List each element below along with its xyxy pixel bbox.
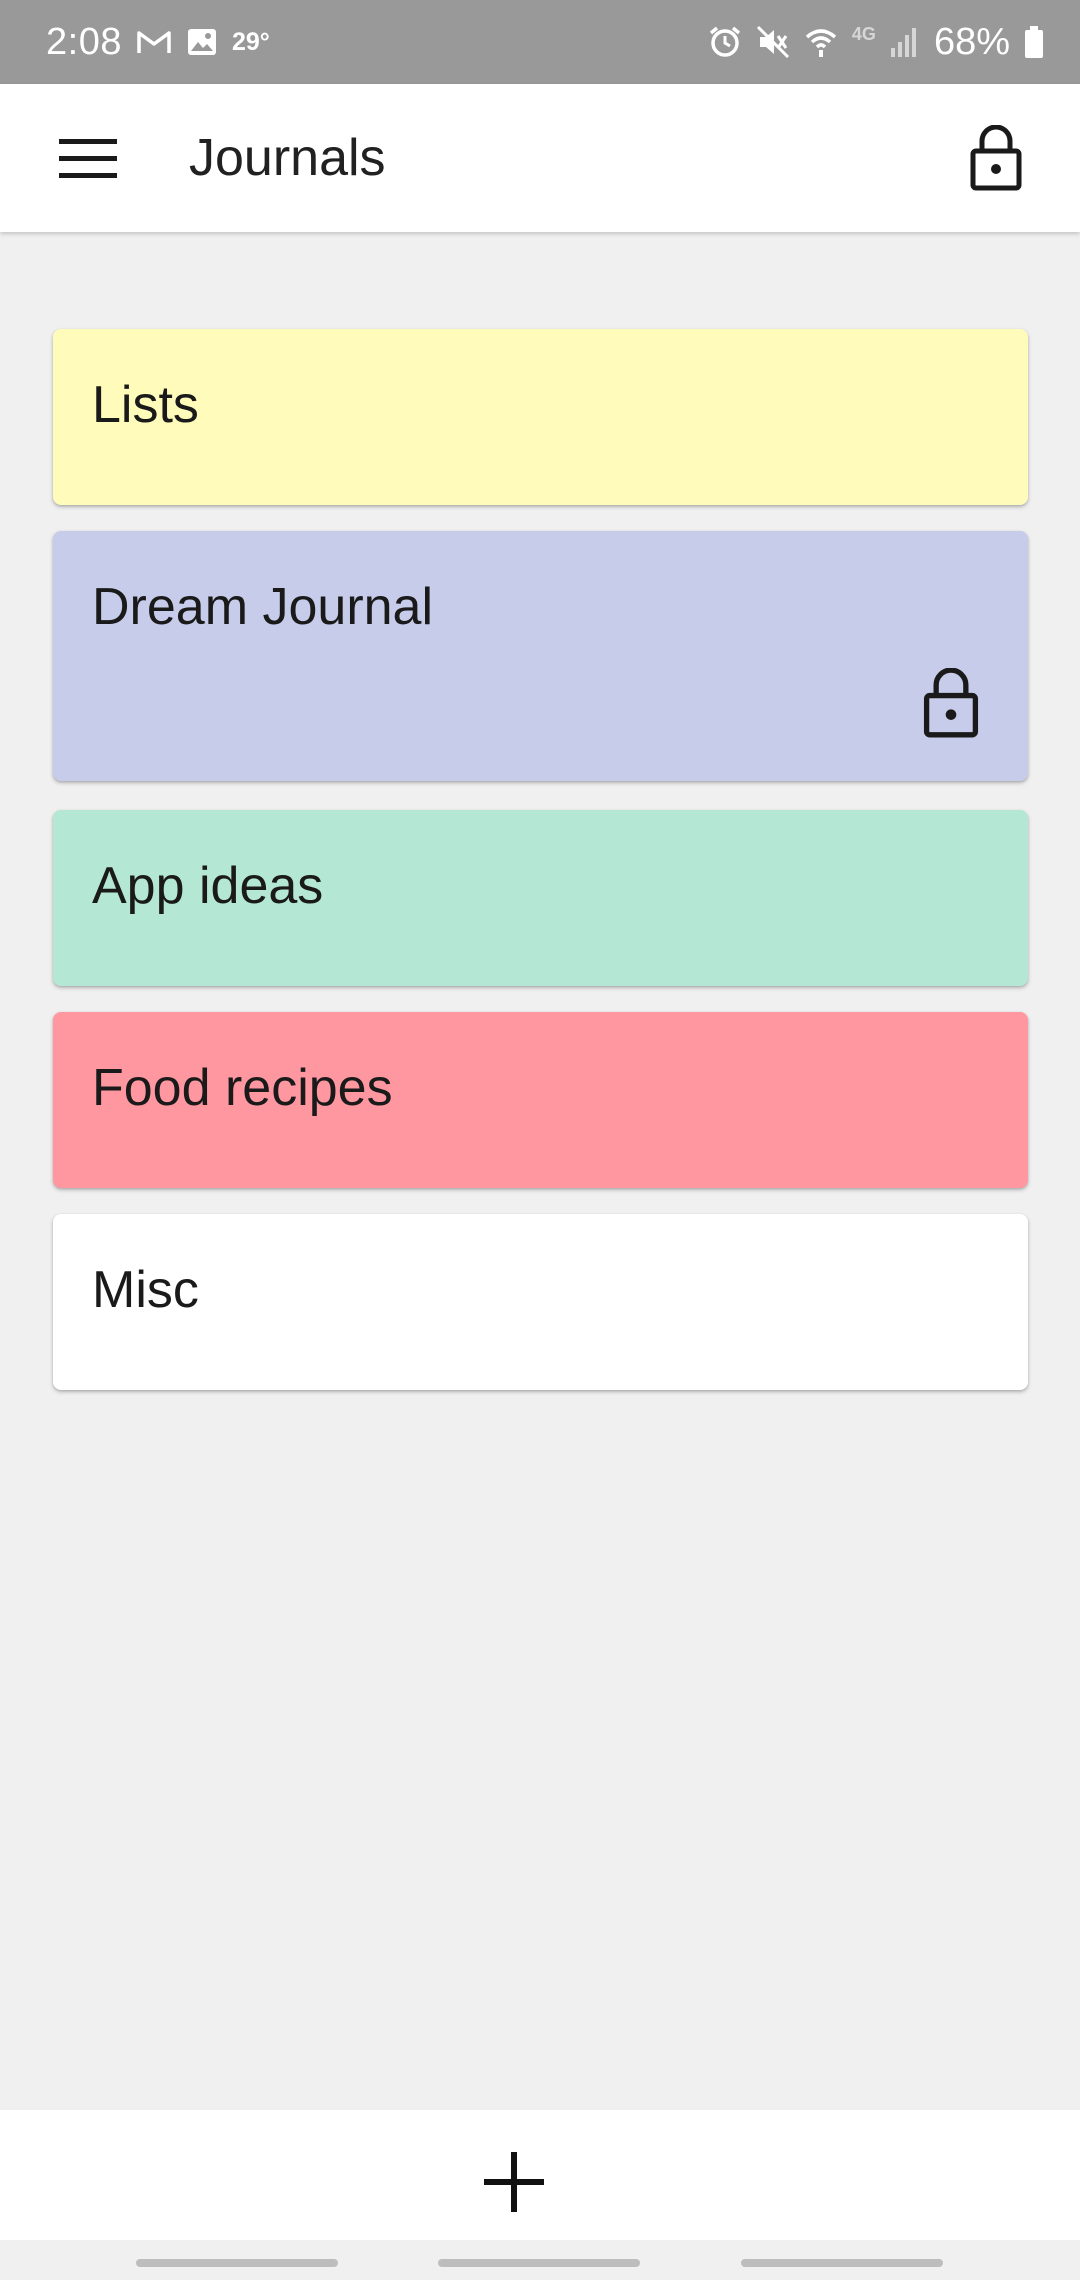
system-nav-bar — [0, 2240, 1080, 2280]
status-bar-right: 4G 68% — [708, 21, 1044, 64]
status-temperature: 29° — [231, 27, 270, 56]
bottom-bar — [0, 2110, 1080, 2240]
gallery-icon — [186, 27, 218, 57]
status-bar-left: 2:08 29° — [46, 21, 270, 64]
journal-title: Lists — [92, 376, 199, 434]
journal-title: Misc — [92, 1261, 199, 1319]
gmail-icon — [136, 28, 172, 56]
mute-icon — [756, 25, 790, 59]
status-bar: 2:08 29° 4G 68% — [0, 0, 1080, 84]
app-bar: Journals — [0, 84, 1080, 232]
network-type: 4G — [851, 23, 876, 44]
journal-card-app-ideas[interactable]: App ideas — [53, 810, 1028, 986]
lock-icon — [923, 668, 979, 738]
lock-button[interactable] — [956, 118, 1036, 198]
journal-card-lists[interactable]: Lists — [53, 329, 1028, 505]
journal-title: App ideas — [92, 857, 324, 915]
unlocked-lock-icon — [970, 125, 1022, 191]
battery-icon — [1024, 25, 1044, 59]
nav-home-button[interactable] — [438, 2259, 640, 2267]
add-journal-button[interactable] — [478, 2146, 550, 2218]
journal-card-food-recipes[interactable]: Food recipes — [53, 1012, 1028, 1188]
plus-icon — [484, 2152, 544, 2212]
wifi-icon — [804, 25, 838, 59]
alarm-icon — [708, 25, 742, 59]
page-title: Journals — [189, 129, 386, 187]
journal-title: Food recipes — [92, 1059, 393, 1117]
battery-percentage: 68% — [933, 20, 1010, 63]
journal-title: Dream Journal — [92, 578, 434, 636]
signal-icon — [890, 26, 920, 58]
journal-card-misc[interactable]: Misc — [53, 1214, 1028, 1390]
nav-back-button[interactable] — [741, 2259, 943, 2267]
hamburger-menu-icon — [59, 139, 117, 178]
nav-recents-button[interactable] — [136, 2259, 338, 2267]
menu-button[interactable] — [52, 128, 124, 188]
status-time: 2:08 — [46, 20, 122, 63]
journal-card-dream-journal[interactable]: Dream Journal — [53, 531, 1028, 781]
